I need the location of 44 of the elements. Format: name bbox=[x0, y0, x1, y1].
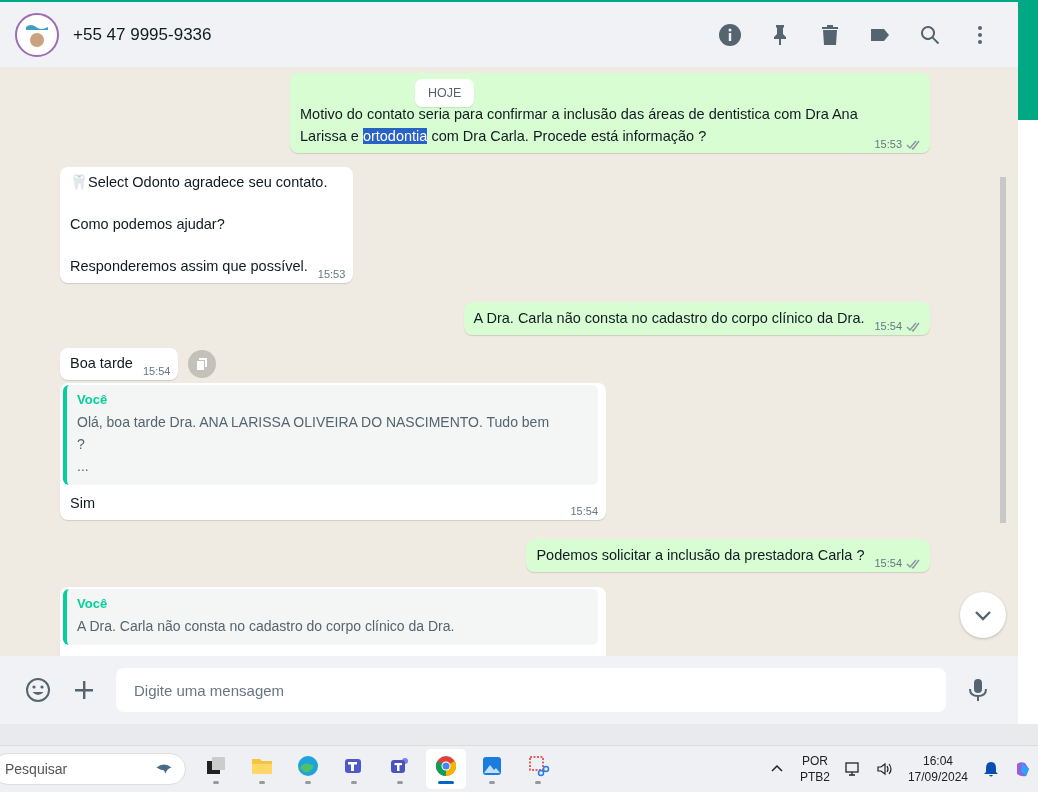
quoted-message[interactable]: Você Olá, boa tarde Dra. ANA LARISSA OLIVEIRA DO NASCIMENTO. Tudo bem ? ... bbox=[63, 385, 598, 485]
quote-text: Olá, boa tarde Dra. ANA LARISSA OLIVEIRA DO NASCIMENTO. Tudo bem bbox=[77, 413, 551, 432]
quoted-message[interactable]: Você A Dra. Carla não consta no cadastro do corpo clínico da Dra. bbox=[63, 589, 598, 645]
taskbar-search-field[interactable]: Pesquisar bbox=[0, 753, 186, 785]
speaker-icon[interactable] bbox=[875, 760, 894, 778]
message-time: 15:54 bbox=[874, 557, 902, 569]
tooth-logo-icon bbox=[25, 22, 49, 31]
search-placeholder: Pesquisar bbox=[5, 761, 69, 777]
language-indicator[interactable]: POR bbox=[801, 753, 828, 769]
quote-author: Você bbox=[77, 392, 109, 407]
message-time: 15:54 bbox=[570, 505, 598, 517]
message-text: Como podemos ajudar? bbox=[70, 215, 226, 234]
quote-text: ... bbox=[77, 457, 90, 476]
message-time: 15:54 bbox=[142, 365, 171, 377]
quote-text: A Dra. Carla não consta no cadastro do corpo clínico da Dra. bbox=[77, 617, 456, 636]
message-time: 15:54 bbox=[874, 320, 902, 332]
message-text: 🦷Select Odonto agradece seu contato. bbox=[70, 173, 329, 192]
browser-icon bbox=[296, 754, 320, 778]
photos-icon bbox=[480, 754, 504, 778]
quote-author: Você bbox=[77, 596, 109, 611]
date-badge: HOJE bbox=[415, 79, 475, 107]
message-text: Boa tarde bbox=[70, 354, 133, 373]
message-text: Podemos solicitar a inclusão da prestadora Carla ? bbox=[536, 546, 865, 565]
browser-icon bbox=[434, 754, 458, 778]
copy-icon bbox=[195, 357, 210, 371]
copilot-icon[interactable] bbox=[1014, 760, 1032, 778]
bell-icon[interactable] bbox=[982, 760, 1000, 778]
message-input[interactable]: Digite uma mensagem bbox=[116, 668, 946, 712]
network-icon[interactable] bbox=[843, 760, 862, 778]
message-time: 15:53 bbox=[317, 268, 346, 280]
clock-date[interactable]: 17/09/2024 bbox=[907, 769, 968, 785]
clock-time[interactable]: 16:04 bbox=[922, 753, 953, 769]
message-text: A Dra. Carla não consta no cadastro do corpo clínico da Dra. bbox=[473, 309, 865, 328]
info-icon[interactable] bbox=[718, 22, 742, 47]
emoji-icon[interactable] bbox=[24, 676, 52, 704]
keyboard-layout[interactable]: PTB2 bbox=[799, 769, 830, 785]
message-text: Responderemos assim que possível. bbox=[70, 257, 308, 276]
snipping-tool-icon bbox=[526, 754, 550, 778]
contact-avatar[interactable] bbox=[15, 12, 59, 57]
scrollbar-thumb[interactable] bbox=[1000, 177, 1006, 523]
message-text: Sim bbox=[70, 494, 96, 513]
message-time: 15:53 bbox=[874, 138, 902, 150]
avatar-photo-placeholder bbox=[30, 32, 44, 47]
quote-text: ? bbox=[77, 435, 86, 454]
